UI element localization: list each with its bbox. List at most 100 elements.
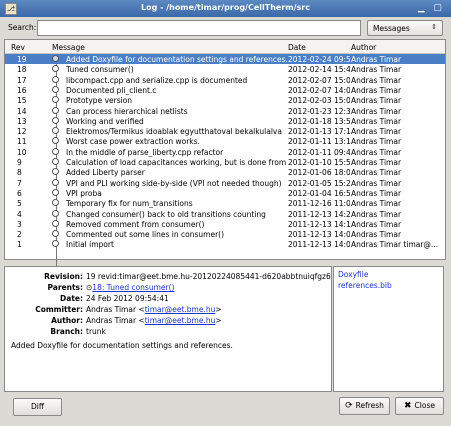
author-label: Author: (51, 316, 83, 325)
revision-value: 19 revid:timar@eet.bme.hu-20120224085441… (86, 272, 331, 281)
updown-arrow-icon: ⇕ (431, 23, 437, 31)
row-message: Working and verified (66, 116, 144, 126)
table-row[interactable]: 11 Worst case power extraction works. 2012… (5, 136, 445, 146)
row-author: Andras Timar (351, 199, 402, 209)
diff-button[interactable]: Diff (13, 398, 62, 416)
row-author: Andras Timar (351, 55, 402, 64)
revision-node-icon (52, 199, 59, 207)
parents-label: Parents: (47, 283, 83, 292)
row-author: Andras Timar (351, 188, 402, 198)
row-message: Can process hierarchical netlists (66, 106, 188, 116)
table-row[interactable]: 15 Prototype version 2012-02-03 15:09 Andra… (5, 95, 445, 105)
row-message: Calculation of load capacitances working… (66, 158, 287, 167)
row-date: 2012-01-05 15:29 (288, 178, 350, 188)
table-row[interactable]: 10 In the middle of parse_liberty.cpp ref… (5, 147, 445, 157)
row-rev: 17 (17, 75, 27, 85)
row-date: 2012-01-06 18:02 (288, 168, 350, 178)
table-row[interactable]: 16 Documented pli_client.c 2012-02-07 14:0… (5, 85, 445, 95)
column-message[interactable]: Message (52, 43, 85, 52)
row-date: 2012-01-11 13:15 (288, 137, 350, 147)
search-filter-select[interactable]: Messages ⇕ (367, 20, 443, 36)
row-message: Worst case power extraction works. (66, 137, 200, 147)
search-bar: Search: Messages ⇕ (0, 19, 451, 37)
row-message: Tuned consumer() (66, 65, 134, 75)
window-title: Log - /home/timar/prog/CellTherm/src (140, 3, 310, 12)
revision-node-icon (52, 219, 59, 227)
row-date: 2012-02-24 09:54 (288, 55, 350, 64)
search-filter-value: Messages (373, 24, 410, 33)
row-author: Andras Timar (351, 116, 402, 126)
maximize-icon[interactable]: ▢ (432, 3, 443, 13)
row-message: In the middle of parse_liberty.cpp refac… (66, 147, 224, 157)
minimize-icon[interactable]: ▁ (416, 3, 427, 13)
row-rev: 10 (17, 147, 27, 157)
revision-node-icon (52, 96, 59, 104)
row-author: Andras Timar (351, 106, 402, 116)
revision-node-icon (52, 178, 59, 186)
table-row[interactable]: 8 Added Liberty parser 2012-01-06 18:02 And… (5, 167, 445, 177)
table-row[interactable]: 4 Changed consumer() back to old transiti… (5, 209, 445, 219)
revision-label: Revision: (44, 272, 83, 281)
table-row[interactable]: 5 Temporary fix for num_transitions 2011-1… (5, 198, 445, 208)
search-input[interactable] (37, 20, 361, 36)
row-rev: 1 (17, 240, 22, 250)
revision-node-icon (52, 158, 59, 165)
row-rev: 3 (17, 219, 22, 229)
row-date: 2012-02-03 15:09 (288, 96, 350, 106)
table-row[interactable]: 17 libcompact.cpp and serialize.cpp is do… (5, 75, 445, 85)
author-value: Andras Timar <timar@eet.bme.hu> (86, 316, 222, 325)
table-row[interactable]: 3 Removed comment from consumer() 2011-12-… (5, 219, 445, 229)
author-email-link[interactable]: timar@eet.bme.hu (145, 316, 216, 325)
row-author: Andras Timar (351, 137, 402, 147)
table-row[interactable]: 12 Elektromos/Termikus idoablak egyutthat… (5, 126, 445, 136)
row-date: 2012-01-04 16:53 (288, 188, 350, 198)
row-date: 2012-01-10 15:59 (288, 158, 350, 167)
row-message: Changed consumer() back to old transitio… (66, 209, 266, 219)
row-author: Andras Timar (351, 147, 402, 157)
row-author: Andras Timar (351, 178, 402, 188)
table-row[interactable]: 1 Initial import 2011-12-13 14:02 Andras Ti… (5, 239, 445, 249)
revision-node-icon (52, 55, 59, 62)
row-date: 2011-12-16 11:01 (288, 199, 350, 209)
file-item[interactable]: references.bib (338, 281, 392, 290)
table-row[interactable]: 2 Commented out some lines in consumer() 2… (5, 229, 445, 239)
row-author: Andras Timar (351, 65, 402, 75)
row-rev: 8 (17, 168, 22, 178)
column-date[interactable]: Date (288, 43, 306, 52)
row-message: Initial import (66, 240, 114, 250)
table-row[interactable]: 7 VPI and PLI working side-by-side (VPI n… (5, 178, 445, 188)
column-rev[interactable]: Rev (11, 43, 25, 52)
revision-node-icon (52, 106, 59, 114)
row-rev: 9 (17, 158, 22, 167)
file-item[interactable]: Doxyfile (338, 270, 368, 279)
table-row[interactable]: 19 Added Doxyfile for documentation setti… (5, 54, 445, 65)
table-row[interactable]: 9 Calculation of load capacitances workin… (5, 157, 445, 167)
row-message: Prototype version (66, 96, 133, 106)
parent-link[interactable]: 18: Tuned consumer() (92, 283, 174, 292)
revision-node-icon (52, 147, 59, 155)
row-date: 2012-02-07 14:06 (288, 85, 350, 95)
row-message: Documented pli_client.c (66, 85, 157, 95)
table-row[interactable]: 13 Working and verified 2012-01-18 13:59 An… (5, 116, 445, 126)
column-author[interactable]: Author (351, 43, 376, 52)
row-message: Temporary fix for num_transitions (66, 199, 193, 209)
row-author: Andras Timar (351, 209, 402, 219)
revision-node-icon (52, 116, 59, 124)
commit-message: Added Doxyfile for documentation setting… (11, 341, 233, 350)
branch-value: trunk (86, 327, 106, 336)
row-date: 2011-12-13 14:02 (288, 240, 350, 250)
close-icon: ✖ (404, 401, 412, 411)
committer-email-link[interactable]: timar@eet.bme.hu (145, 305, 216, 314)
table-row[interactable]: 14 Can process hierarchical netlists 2012-… (5, 106, 445, 116)
revision-node-icon (52, 137, 59, 145)
row-date: 2011-12-13 14:12 (288, 219, 350, 229)
table-row[interactable]: 18 Tuned consumer() 2012-02-14 15:49 Andras… (5, 64, 445, 74)
row-date: 2012-01-18 13:59 (288, 116, 350, 126)
revision-node-icon (52, 230, 59, 238)
revision-node-icon (52, 85, 59, 93)
close-button[interactable]: ✖ Close (395, 397, 444, 415)
table-row[interactable]: 6 VPI proba 2012-01-04 16:53 Andras Timar (5, 188, 445, 198)
row-message: Elektromos/Termikus idoablak egyutthatov… (66, 127, 282, 137)
refresh-button[interactable]: ⟳ Refresh (339, 397, 390, 415)
row-rev: 14 (17, 106, 27, 116)
